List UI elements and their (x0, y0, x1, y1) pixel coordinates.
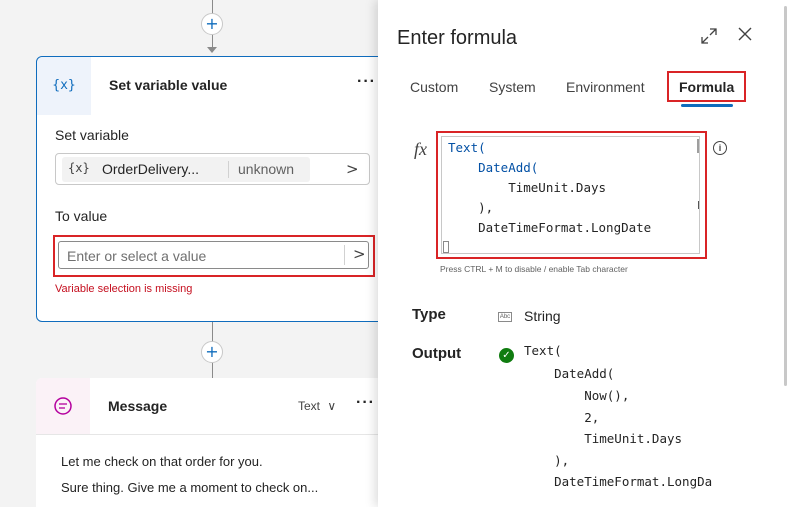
message-variation[interactable]: Let me check on that order for you. (61, 454, 263, 469)
output-line: DateTimeFormat.LongDa (524, 474, 713, 489)
error-message: Variable selection is missing (55, 283, 193, 295)
message-node[interactable]: Message Text ∨ ··· Let me check on that … (36, 378, 386, 507)
variable-icon: {x} (37, 57, 91, 115)
chevron-right-icon[interactable]: > (353, 245, 366, 263)
resize-handle[interactable] (698, 201, 699, 209)
enter-formula-panel: Enter formula Custom System Environment … (378, 0, 789, 507)
value-highlight: Enter or select a value > (53, 235, 375, 277)
output-line: 2, (524, 410, 600, 425)
code-line: TimeUnit.Days (448, 180, 607, 195)
output-line: Now(), (524, 388, 630, 403)
code-line: Text( (448, 140, 486, 155)
code-line: ), (448, 200, 494, 215)
add-node-button[interactable]: + (201, 13, 223, 35)
connector-line (212, 0, 213, 14)
string-type-icon: Abc (498, 312, 512, 322)
check-circle-icon: ✓ (499, 348, 514, 363)
panel-title: Enter formula (397, 27, 518, 49)
connector-line (212, 363, 213, 378)
more-options-button[interactable]: ··· (357, 73, 376, 91)
message-type-label: Text (298, 399, 321, 413)
message-variation[interactable]: Sure thing. Give me a moment to check on… (61, 480, 318, 495)
output-line: ), (524, 453, 570, 468)
variable-type: unknown (238, 161, 295, 177)
divider (228, 161, 229, 178)
more-options-button[interactable]: ··· (356, 394, 375, 412)
panel-scrollbar[interactable] (784, 6, 787, 386)
code-line: DateTimeFormat.LongDate (448, 220, 652, 235)
variable-icon: {x} (68, 161, 90, 175)
type-label: Type (412, 306, 446, 323)
divider (344, 245, 345, 265)
set-variable-label: Set variable (55, 127, 129, 143)
expand-icon[interactable] (700, 27, 718, 49)
connector-line (212, 322, 213, 342)
output-label: Output (412, 345, 462, 362)
tab-hint: Press CTRL + M to disable / enable Tab c… (440, 264, 628, 274)
close-icon[interactable] (736, 24, 754, 48)
output-line: Text( (524, 343, 562, 358)
value-placeholder: Enter or select a value (67, 248, 207, 264)
output-line: DateAdd( (524, 366, 615, 381)
chevron-down-icon: ∨ (327, 399, 337, 413)
tab-formula[interactable]: Formula (679, 79, 734, 95)
variable-name: OrderDelivery... (102, 161, 199, 177)
node-header: {x} Set variable value ··· (37, 57, 385, 115)
formula-editor[interactable]: Text( DateAdd( TimeUnit.Days ), DateTime… (441, 136, 700, 254)
code-line: DateAdd( (448, 160, 539, 175)
arrow-down-icon (207, 47, 217, 53)
divider (36, 434, 386, 435)
node-title: Set variable value (109, 77, 228, 93)
type-value: String (524, 308, 561, 324)
message-icon (36, 378, 90, 434)
caret-marker (443, 241, 449, 253)
set-variable-node[interactable]: {x} Set variable value ··· Set variable … (36, 56, 386, 322)
message-type-dropdown[interactable]: Text ∨ (298, 399, 336, 413)
node-title: Message (108, 398, 168, 414)
output-line: TimeUnit.Days (524, 431, 683, 446)
fx-icon: fx (414, 139, 427, 159)
tab-custom[interactable]: Custom (410, 79, 458, 95)
to-value-label: To value (55, 208, 108, 224)
variable-picker[interactable]: {x} OrderDelivery... unknown > (55, 153, 370, 185)
info-icon[interactable]: i (713, 141, 727, 155)
editor-highlight: Text( DateAdd( TimeUnit.Days ), DateTime… (436, 131, 707, 259)
editor-scrollbar[interactable] (697, 139, 699, 153)
value-input[interactable]: Enter or select a value > (58, 241, 369, 269)
variable-chip[interactable]: {x} OrderDelivery... unknown (62, 157, 310, 182)
active-tab-indicator (681, 104, 733, 107)
chevron-right-icon[interactable]: > (346, 160, 359, 178)
tab-system[interactable]: System (489, 79, 536, 95)
add-node-button[interactable]: + (201, 341, 223, 363)
tab-environment[interactable]: Environment (566, 79, 645, 95)
